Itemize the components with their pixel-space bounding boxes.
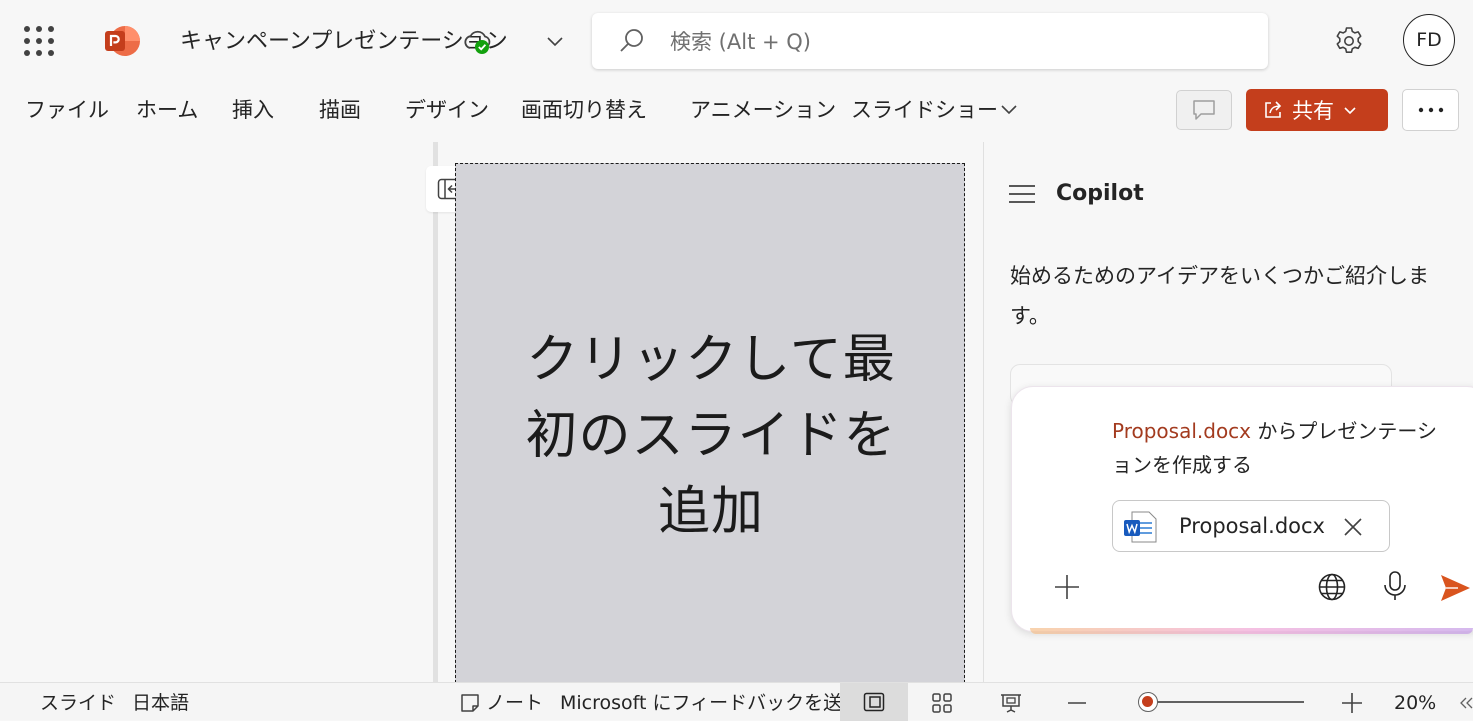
- attached-file-name: Proposal.docx: [1179, 514, 1325, 538]
- feedback-link[interactable]: Microsoft にフィードバックを送信: [560, 691, 861, 715]
- tab-design[interactable]: デザイン: [405, 96, 489, 124]
- zoom-out-icon[interactable]: [1066, 692, 1088, 714]
- zoom-slider-track[interactable]: [1140, 701, 1304, 703]
- app-launcher-icon[interactable]: [24, 26, 54, 56]
- plus-icon[interactable]: [1052, 572, 1082, 602]
- slide-indicator: スライド: [40, 692, 117, 714]
- add-first-slide-placeholder[interactable]: クリックして最初のスライドを追加: [506, 322, 916, 550]
- document-title[interactable]: キャンペーンプレゼンテーション: [180, 26, 508, 58]
- notes-button[interactable]: ノート: [486, 691, 543, 715]
- cloud-saved-icon[interactable]: [462, 28, 494, 56]
- close-icon[interactable]: [1341, 515, 1365, 539]
- copilot-message: 始めるためのアイデアをいくつかご紹介します。: [1010, 264, 1429, 328]
- language-indicator[interactable]: 日本語: [132, 691, 189, 715]
- hamburger-menu-icon[interactable]: [1008, 182, 1036, 206]
- more-options-button[interactable]: [1402, 89, 1459, 131]
- slide-sorter-icon[interactable]: [931, 692, 953, 714]
- slide[interactable]: クリックして最初のスライドを追加: [455, 163, 965, 693]
- zoom-in-icon[interactable]: [1340, 691, 1364, 715]
- powerpoint-logo-icon: [105, 26, 140, 56]
- more-icon: [1418, 107, 1443, 113]
- chevron-double-left-icon[interactable]: [1460, 697, 1473, 709]
- avatar[interactable]: FD: [1403, 14, 1455, 66]
- status-bar: スライド 日本語 ノート Microsoft にフィードバックを送信 20%: [0, 682, 1473, 721]
- attached-file-chip[interactable]: Proposal.docx: [1112, 500, 1390, 552]
- share-label: 共有: [1292, 99, 1334, 123]
- tab-file[interactable]: ファイル: [25, 96, 109, 124]
- composer-glow: [1030, 628, 1473, 634]
- tab-home[interactable]: ホーム: [136, 96, 198, 124]
- copilot-title: Copilot: [1056, 181, 1144, 206]
- normal-view-button[interactable]: [840, 683, 908, 721]
- copilot-composer[interactable]: Proposal.docx からプレゼンテーションを作成する Proposal.…: [1011, 386, 1473, 632]
- normal-view-icon: [863, 692, 885, 712]
- tab-transitions[interactable]: 画面切り替え: [521, 96, 647, 124]
- search-input[interactable]: [668, 25, 1232, 59]
- ribbon-tabs: ファイル ホーム 挿入 描画 デザイン 画面切り替え アニメーション スライドシ…: [0, 82, 1473, 142]
- share-button[interactable]: 共有: [1246, 89, 1388, 131]
- tab-animations[interactable]: アニメーション: [690, 96, 836, 124]
- gear-icon[interactable]: [1333, 25, 1365, 57]
- share-icon: [1265, 101, 1282, 118]
- send-icon[interactable]: [1438, 571, 1472, 605]
- comments-button[interactable]: [1176, 90, 1232, 130]
- chevron-down-icon[interactable]: [544, 30, 566, 52]
- reading-view-icon[interactable]: [999, 691, 1023, 715]
- microphone-icon[interactable]: [1382, 570, 1408, 602]
- chevron-down-icon: [1344, 107, 1356, 115]
- globe-icon[interactable]: [1317, 572, 1347, 602]
- slide-thumbnails-pane: [0, 142, 434, 682]
- zoom-slider-thumb[interactable]: [1138, 692, 1158, 712]
- comment-icon: [1193, 100, 1215, 120]
- notes-icon[interactable]: [459, 692, 481, 714]
- tab-slideshow[interactable]: スライドショー: [851, 96, 998, 124]
- search-icon: [620, 29, 643, 52]
- title-bar: キャンペーンプレゼンテーション FD: [0, 0, 1473, 82]
- prompt-file-link[interactable]: Proposal.docx: [1112, 419, 1251, 443]
- composer-prompt[interactable]: Proposal.docx からプレゼンテーションを作成する: [1112, 414, 1442, 482]
- search-box[interactable]: [592, 13, 1268, 69]
- tab-draw[interactable]: 描画: [319, 96, 361, 124]
- chevron-down-icon[interactable]: [998, 98, 1020, 120]
- zoom-level[interactable]: 20%: [1394, 691, 1436, 715]
- tab-insert[interactable]: 挿入: [232, 96, 274, 124]
- word-file-icon: [1124, 511, 1157, 543]
